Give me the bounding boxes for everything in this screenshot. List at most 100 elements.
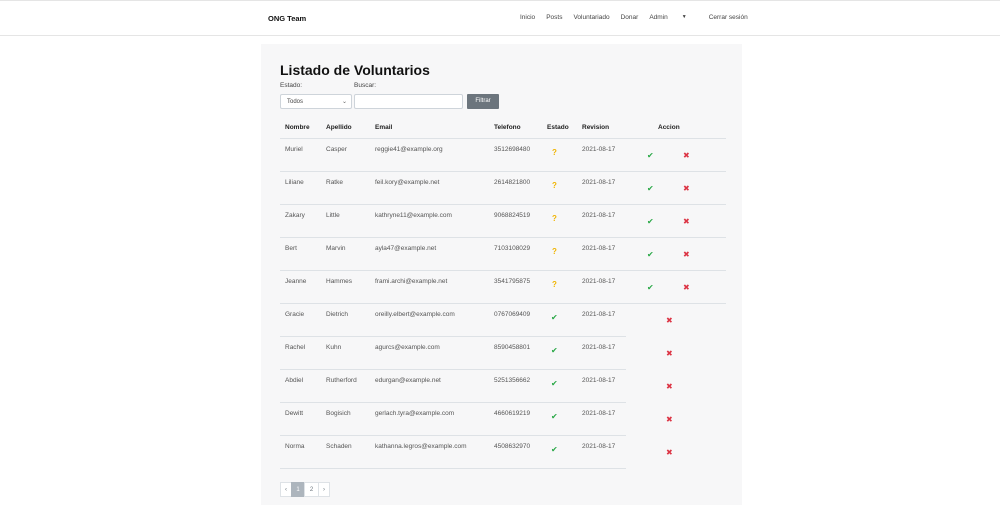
header-telefono: Telefono bbox=[494, 124, 521, 131]
pagination-page-1[interactable]: 1 bbox=[291, 482, 305, 497]
cell-telefono: 7103108029 bbox=[494, 245, 531, 252]
cell-email: ayla47@example.net bbox=[375, 245, 437, 252]
buscar-label: Buscar: bbox=[354, 82, 377, 89]
nav-admin-dropdown[interactable]: Admin ▼ bbox=[649, 14, 697, 21]
cell-telefono: 0767069409 bbox=[494, 311, 531, 318]
navbar: ONG Team Inicio Posts Voluntariado Donar… bbox=[0, 0, 1000, 36]
chevron-down-icon: ⌄ bbox=[341, 99, 347, 105]
reject-close-icon[interactable]: ✖ bbox=[683, 217, 690, 226]
cell-telefono: 4508632970 bbox=[494, 443, 531, 450]
reject-close-icon[interactable]: ✖ bbox=[683, 250, 690, 259]
cell-apellido: Casper bbox=[326, 146, 347, 153]
caret-down-icon: ▼ bbox=[681, 14, 687, 20]
nav-links: Inicio Posts Voluntariado Donar Admin ▼ C… bbox=[520, 14, 759, 21]
reject-close-icon[interactable]: ✖ bbox=[666, 349, 673, 358]
reject-close-icon[interactable]: ✖ bbox=[683, 184, 690, 193]
nav-posts[interactable]: Posts bbox=[546, 14, 562, 21]
approve-check-icon[interactable]: ✔ bbox=[647, 283, 654, 292]
cell-email: frami.archi@example.net bbox=[375, 278, 448, 285]
cell-apellido: Kuhn bbox=[326, 344, 342, 351]
check-icon: ✔ bbox=[551, 379, 558, 388]
cell-telefono: 4660619219 bbox=[494, 410, 531, 417]
check-icon: ✔ bbox=[551, 313, 558, 322]
cell-nombre: Dewitt bbox=[285, 410, 304, 417]
question-icon: ? bbox=[552, 280, 557, 289]
cell-email: gerlach.tyra@example.com bbox=[375, 410, 455, 417]
reject-close-icon[interactable]: ✖ bbox=[666, 448, 673, 457]
nav-cerrar-sesion[interactable]: Cerrar sesión bbox=[709, 14, 748, 21]
cell-nombre: Jeanne bbox=[285, 278, 307, 285]
header-revision: Revision bbox=[582, 124, 610, 131]
estado-label: Estado: bbox=[280, 82, 303, 89]
reject-close-icon[interactable]: ✖ bbox=[666, 316, 673, 325]
approve-check-icon[interactable]: ✔ bbox=[647, 217, 654, 226]
cell-apellido: Little bbox=[326, 212, 340, 219]
cell-nombre: Rachel bbox=[285, 344, 306, 351]
cell-email: oreilly.elbert@example.com bbox=[375, 311, 455, 318]
table-row: Norma Schaden kathanna.legros@example.com 4… bbox=[280, 436, 726, 469]
question-icon: ? bbox=[552, 181, 557, 190]
question-icon: ? bbox=[552, 148, 557, 157]
cell-telefono: 5251356662 bbox=[494, 377, 531, 384]
brand[interactable]: ONG Team bbox=[268, 14, 306, 23]
table-row: Abdiel Rutherford edurgan@example.net 52513… bbox=[280, 370, 726, 403]
table-row: Dewitt Bogisich gerlach.tyra@example.com 46… bbox=[280, 403, 726, 436]
table-row: Bert Marvin ayla47@example.net 7103108029 20… bbox=[280, 238, 726, 271]
cell-apellido: Hammes bbox=[326, 278, 353, 285]
reject-close-icon[interactable]: ✖ bbox=[683, 151, 690, 160]
reject-close-icon[interactable]: ✖ bbox=[666, 382, 673, 391]
table-row: Jeanne Hammes frami.archi@example.net 35417… bbox=[280, 271, 726, 304]
approve-check-icon[interactable]: ✔ bbox=[647, 151, 654, 160]
filter-button[interactable]: Filtrar bbox=[467, 94, 499, 109]
cell-revision: 2021-08-17 bbox=[582, 179, 616, 186]
approve-check-icon[interactable]: ✔ bbox=[647, 184, 654, 193]
nav-donar[interactable]: Donar bbox=[621, 14, 639, 21]
reject-close-icon[interactable]: ✖ bbox=[683, 283, 690, 292]
cell-nombre: Abdiel bbox=[285, 377, 304, 384]
search-input[interactable] bbox=[354, 94, 463, 109]
cell-email: reggie41@example.org bbox=[375, 146, 443, 153]
cell-email: kathryne11@example.com bbox=[375, 212, 452, 219]
cell-email: kathanna.legros@example.com bbox=[375, 443, 467, 450]
cell-apellido: Bogisich bbox=[326, 410, 351, 417]
pagination-page-2[interactable]: 2 bbox=[304, 482, 319, 497]
cell-telefono: 3541795875 bbox=[494, 278, 531, 285]
check-icon: ✔ bbox=[551, 346, 558, 355]
cell-revision: 2021-08-17 bbox=[582, 344, 616, 351]
cell-apellido: Rutherford bbox=[326, 377, 357, 384]
cell-nombre: Zakary bbox=[285, 212, 305, 219]
cell-apellido: Dietrich bbox=[326, 311, 349, 318]
row-divider bbox=[280, 468, 626, 469]
cell-nombre: Muriel bbox=[285, 146, 303, 153]
approve-check-icon[interactable]: ✔ bbox=[647, 250, 654, 259]
cell-revision: 2021-08-17 bbox=[582, 311, 616, 318]
nav-voluntariado[interactable]: Voluntariado bbox=[573, 14, 609, 21]
estado-select[interactable]: Todos ⌄ bbox=[280, 94, 352, 109]
nav-inicio[interactable]: Inicio bbox=[520, 14, 535, 21]
cell-nombre: Norma bbox=[285, 443, 305, 450]
cell-email: agurcs@example.com bbox=[375, 344, 440, 351]
question-icon: ? bbox=[552, 247, 557, 256]
pagination: ‹ 1 2 › bbox=[280, 482, 330, 497]
pagination-next[interactable]: › bbox=[318, 482, 330, 497]
table-row: Rachel Kuhn agurcs@example.com 8590458801 20… bbox=[280, 337, 726, 370]
cell-revision: 2021-08-17 bbox=[582, 146, 616, 153]
check-icon: ✔ bbox=[551, 412, 558, 421]
cell-nombre: Bert bbox=[285, 245, 297, 252]
cell-nombre: Gracie bbox=[285, 311, 305, 318]
cell-telefono: 2614821800 bbox=[494, 179, 531, 186]
table-row: Muriel Casper reggie41@example.org 35126984… bbox=[280, 139, 726, 172]
reject-close-icon[interactable]: ✖ bbox=[666, 415, 673, 424]
table-row: Zakary Little kathryne11@example.com 906882… bbox=[280, 205, 726, 238]
header-apellido: Apellido bbox=[326, 124, 352, 131]
cell-revision: 2021-08-17 bbox=[582, 212, 616, 219]
cell-apellido: Marvin bbox=[326, 245, 346, 252]
cell-email: feil.kory@example.net bbox=[375, 179, 440, 186]
cell-revision: 2021-08-17 bbox=[582, 443, 616, 450]
nav-admin-label: Admin bbox=[649, 14, 668, 21]
question-icon: ? bbox=[552, 214, 557, 223]
cell-apellido: Schaden bbox=[326, 443, 352, 450]
header-accion: Accion bbox=[658, 124, 680, 131]
cell-apellido: Ratke bbox=[326, 179, 343, 186]
cell-telefono: 3512698480 bbox=[494, 146, 531, 153]
